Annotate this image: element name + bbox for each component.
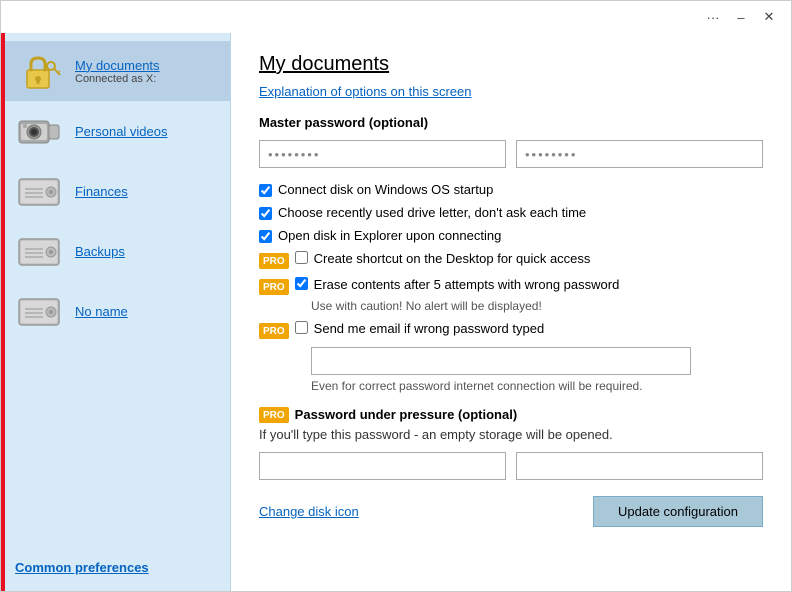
sidebar-item-my-documents[interactable]: My documents Connected as X:: [1, 41, 230, 101]
content-area: My documents Explanation of options on t…: [231, 33, 791, 591]
pro-row-send-email: PRO Send me email if wrong password type…: [259, 321, 763, 339]
more-button[interactable]: ···: [699, 6, 727, 28]
pressure-desc: If you'll type this password - an empty …: [259, 427, 763, 442]
recently-used-checkbox[interactable]: [259, 207, 272, 220]
pro-row-create-shortcut: PRO Create shortcut on the Desktop for q…: [259, 251, 763, 269]
recently-used-label: Choose recently used drive letter, don't…: [278, 205, 586, 220]
create-shortcut-label: Create shortcut on the Desktop for quick…: [314, 251, 591, 266]
sidebar: My documents Connected as X:: [1, 33, 231, 591]
hdd-icon-finances: [15, 171, 63, 211]
hdd-icon-backups: [15, 231, 63, 271]
sidebar-item-no-name-label: No name: [75, 304, 128, 319]
sidebar-bottom: Common preferences: [1, 560, 230, 575]
sidebar-item-personal-videos[interactable]: Personal videos: [1, 101, 230, 161]
close-button[interactable]: ✕: [755, 6, 783, 28]
pressure-password-input[interactable]: [259, 452, 506, 480]
email-input[interactable]: [311, 347, 691, 375]
change-disk-icon-link[interactable]: Change disk icon: [259, 504, 359, 519]
pressure-title-row: PRO Password under pressure (optional): [259, 405, 763, 423]
pro-badge-email: PRO: [259, 323, 289, 339]
connect-startup-label: Connect disk on Windows OS startup: [278, 182, 493, 197]
password-row: [259, 140, 763, 168]
pressure-password-confirm-input[interactable]: [516, 452, 763, 480]
send-email-checkbox[interactable]: [295, 321, 308, 334]
open-explorer-label: Open disk in Explorer upon connecting: [278, 228, 501, 243]
minimize-button[interactable]: –: [727, 6, 755, 28]
bottom-actions: Change disk icon Update configuration: [259, 496, 763, 527]
main-layout: My documents Connected as X:: [1, 33, 791, 591]
sidebar-item-no-name-text: No name: [75, 304, 128, 319]
master-password-confirm-input[interactable]: [516, 140, 763, 168]
sidebar-item-backups[interactable]: Backups: [1, 221, 230, 281]
sidebar-item-my-documents-sublabel: Connected as X:: [75, 73, 160, 85]
email-input-row: [311, 347, 763, 375]
email-note: Even for correct password internet conne…: [311, 379, 763, 393]
erase-warning-note: Use with caution! No alert will be displ…: [311, 299, 763, 313]
sidebar-item-no-name[interactable]: No name: [1, 281, 230, 341]
sidebar-item-finances[interactable]: Finances: [1, 161, 230, 221]
send-email-label: Send me email if wrong password typed: [314, 321, 545, 336]
checkbox-row-open-explorer: Open disk in Explorer upon connecting: [259, 228, 763, 243]
pressure-title-text: Password under pressure (optional): [295, 407, 518, 422]
pro-badge-erase: PRO: [259, 279, 289, 295]
hdd-icon-no-name: [15, 291, 63, 331]
main-window: ··· – ✕: [0, 0, 792, 592]
sidebar-item-backups-label: Backups: [75, 244, 125, 259]
sidebar-item-finances-text: Finances: [75, 184, 128, 199]
pro-badge-shortcut: PRO: [259, 253, 289, 269]
erase-contents-checkbox[interactable]: [295, 277, 308, 290]
pressure-section: PRO Password under pressure (optional) I…: [259, 405, 763, 480]
master-password-label: Master password (optional): [259, 115, 763, 130]
pro-row-erase-contents: PRO Erase contents after 5 attempts with…: [259, 277, 763, 295]
sidebar-item-my-documents-text: My documents Connected as X:: [75, 58, 160, 85]
pro-badge-pressure: PRO: [259, 407, 289, 423]
titlebar: ··· – ✕: [1, 1, 791, 33]
common-preferences-link[interactable]: Common preferences: [15, 560, 149, 575]
open-explorer-checkbox[interactable]: [259, 230, 272, 243]
page-title: My documents: [259, 53, 763, 76]
sidebar-item-my-documents-label: My documents: [75, 58, 160, 73]
erase-contents-label: Erase contents after 5 attempts with wro…: [314, 277, 620, 292]
checkbox-row-connect-startup: Connect disk on Windows OS startup: [259, 182, 763, 197]
camera-icon: [15, 111, 63, 151]
connect-startup-checkbox[interactable]: [259, 184, 272, 197]
create-shortcut-checkbox[interactable]: [295, 251, 308, 264]
sidebar-item-backups-text: Backups: [75, 244, 125, 259]
master-password-input[interactable]: [259, 140, 506, 168]
update-configuration-button[interactable]: Update configuration: [593, 496, 763, 527]
sidebar-item-finances-label: Finances: [75, 184, 128, 199]
sidebar-item-personal-videos-label: Personal videos: [75, 124, 168, 139]
sidebar-item-personal-videos-text: Personal videos: [75, 124, 168, 139]
checkbox-row-recently-used: Choose recently used drive letter, don't…: [259, 205, 763, 220]
explanation-link[interactable]: Explanation of options on this screen: [259, 84, 763, 99]
lock-icon: [15, 51, 63, 91]
pressure-inputs-row: [259, 452, 763, 480]
